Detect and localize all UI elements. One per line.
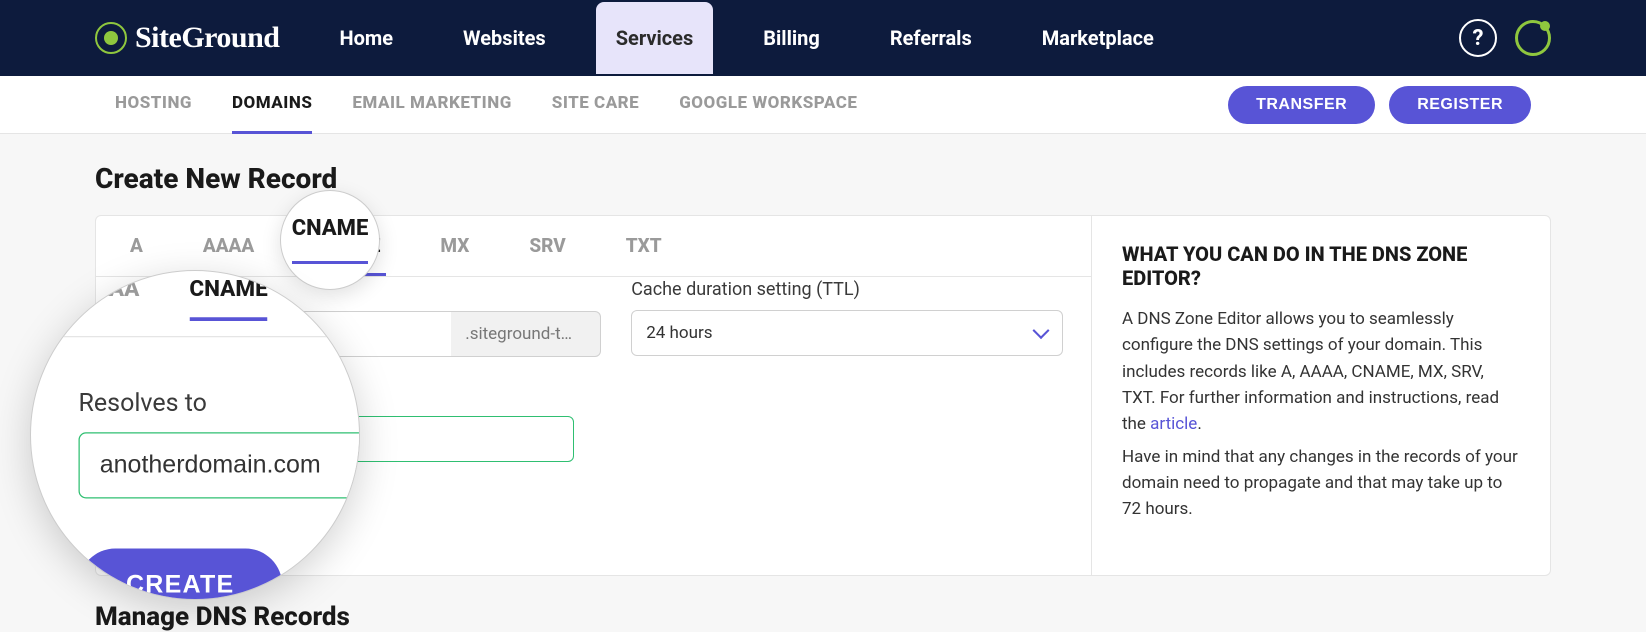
- account-icon[interactable]: [1515, 20, 1551, 56]
- help-panel: WHAT YOU CAN DO IN THE DNS ZONE EDITOR? …: [1092, 216, 1550, 575]
- register-button[interactable]: REGISTER: [1389, 86, 1531, 124]
- help-text-1b: .: [1197, 414, 1201, 434]
- magnifier-small-label: CNAME: [292, 216, 369, 264]
- nav-websites[interactable]: Websites: [443, 2, 566, 74]
- transfer-button[interactable]: TRANSFER: [1228, 86, 1375, 124]
- help-article-link[interactable]: article: [1150, 414, 1197, 434]
- subnav-email-marketing[interactable]: EMAIL MARKETING: [352, 75, 511, 134]
- page-title: Create New Record: [95, 162, 1551, 195]
- name-suffix: .siteground-t…: [451, 311, 601, 357]
- nav-referrals[interactable]: Referrals: [870, 2, 992, 74]
- brand-name: SiteGround: [135, 21, 280, 55]
- main-nav: Home Websites Services Billing Referrals Mark…: [320, 2, 1460, 74]
- top-navbar: SiteGround Home Websites Services Billing Re…: [0, 0, 1646, 76]
- sub-navbar: HOSTING DOMAINS EMAIL MARKETING SITE CARE GO…: [0, 76, 1646, 134]
- record-tab-aaaa[interactable]: AAAA: [197, 216, 260, 276]
- nav-home[interactable]: Home: [320, 2, 414, 74]
- subnav-hosting[interactable]: HOSTING: [115, 75, 192, 134]
- subnav-site-care[interactable]: SITE CARE: [552, 75, 639, 134]
- mag-create-button: CREATE: [79, 549, 282, 601]
- record-type-tabs: AAAAACNAMEMXSRVTXT: [96, 216, 1091, 277]
- services-subnav: HOSTING DOMAINS EMAIL MARKETING SITE CARE GO…: [115, 75, 1214, 134]
- nav-services[interactable]: Services: [596, 2, 714, 74]
- record-tab-srv[interactable]: SRV: [523, 216, 571, 276]
- subnav-domains[interactable]: DOMAINS: [232, 75, 312, 134]
- nav-marketplace[interactable]: Marketplace: [1022, 2, 1174, 74]
- record-tab-mx[interactable]: MX: [434, 216, 475, 276]
- mag-tab-cname: CNAME: [189, 276, 267, 321]
- ttl-select[interactable]: 24 hours: [631, 310, 1063, 356]
- nav-billing[interactable]: Billing: [743, 2, 840, 74]
- manage-records-title: Manage DNS Records: [95, 602, 1551, 632]
- topbar-actions: ?: [1459, 19, 1551, 57]
- help-paragraph-1: A DNS Zone Editor allows you to seamless…: [1122, 306, 1520, 438]
- ttl-select-wrapper: 24 hours: [631, 310, 1063, 356]
- help-title: WHAT YOU CAN DO IN THE DNS ZONE EDITOR?: [1122, 242, 1520, 290]
- mag-resolves-input: [79, 432, 361, 498]
- mag-resolves-label: Resolves to: [79, 387, 361, 417]
- record-tab-a[interactable]: A: [124, 216, 149, 276]
- logo-icon: [95, 22, 127, 54]
- record-tab-txt[interactable]: TXT: [620, 216, 668, 276]
- subnav-google-workspace[interactable]: GOOGLE WORKSPACE: [679, 75, 857, 134]
- help-icon[interactable]: ?: [1459, 19, 1497, 57]
- mag-tab-aaaa: AAAA: [79, 276, 140, 321]
- brand-logo[interactable]: SiteGround: [95, 21, 280, 55]
- ttl-label: Cache duration setting (TTL): [631, 279, 1063, 300]
- help-paragraph-2: Have in mind that any changes in the rec…: [1122, 444, 1520, 523]
- magnifier-large: AAAA CNAME Resolves to CREATE: [30, 270, 360, 600]
